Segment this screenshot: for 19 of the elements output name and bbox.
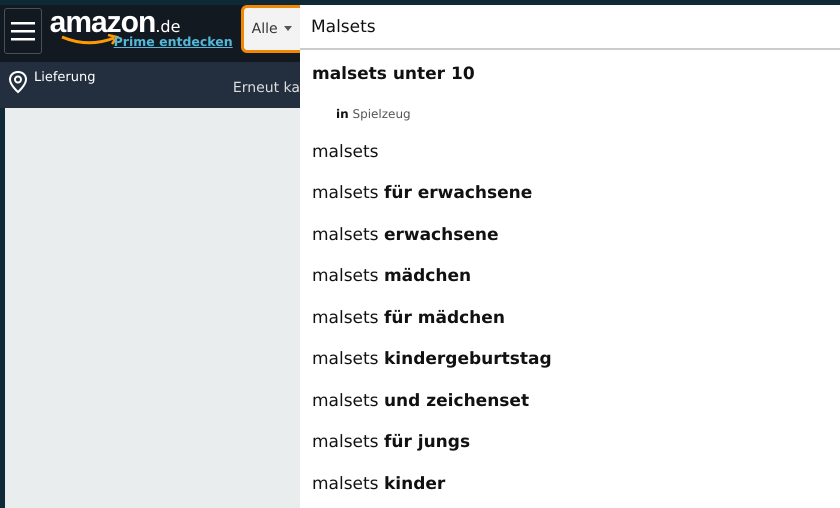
suggestion-item[interactable]: malsets mädchen xyxy=(312,256,472,298)
category-dropdown[interactable]: Alle xyxy=(240,4,300,52)
suggestion-item[interactable]: malsets xyxy=(312,132,379,173)
menu-icon xyxy=(10,20,35,42)
suggestion-item[interactable]: malsets für mädchen xyxy=(312,298,505,339)
reorder-link[interactable]: Erneut ka xyxy=(232,80,300,96)
delivery-label[interactable]: Lieferung xyxy=(34,70,96,85)
suggestion-item[interactable]: malsets erwachsene xyxy=(312,214,499,256)
category-suggestion[interactable]: in Spielzeug xyxy=(336,96,411,132)
menu-button[interactable] xyxy=(4,8,42,54)
suggestion-item[interactable]: malsets unter 10 xyxy=(312,54,475,96)
location-pin-icon xyxy=(8,70,28,94)
suggestion-item[interactable]: malsets für jungs xyxy=(312,422,470,464)
logo-suffix: .de xyxy=(155,17,180,36)
suggestion-item[interactable]: malsets kindergeburtstag xyxy=(312,339,552,380)
suggestion-item[interactable]: malsets für erwachsene xyxy=(312,173,532,214)
suggestion-item[interactable]: malsets kinder xyxy=(312,464,446,505)
caret-icon xyxy=(284,26,292,31)
suggestion-item[interactable]: malsets und zeichenset xyxy=(312,380,530,422)
